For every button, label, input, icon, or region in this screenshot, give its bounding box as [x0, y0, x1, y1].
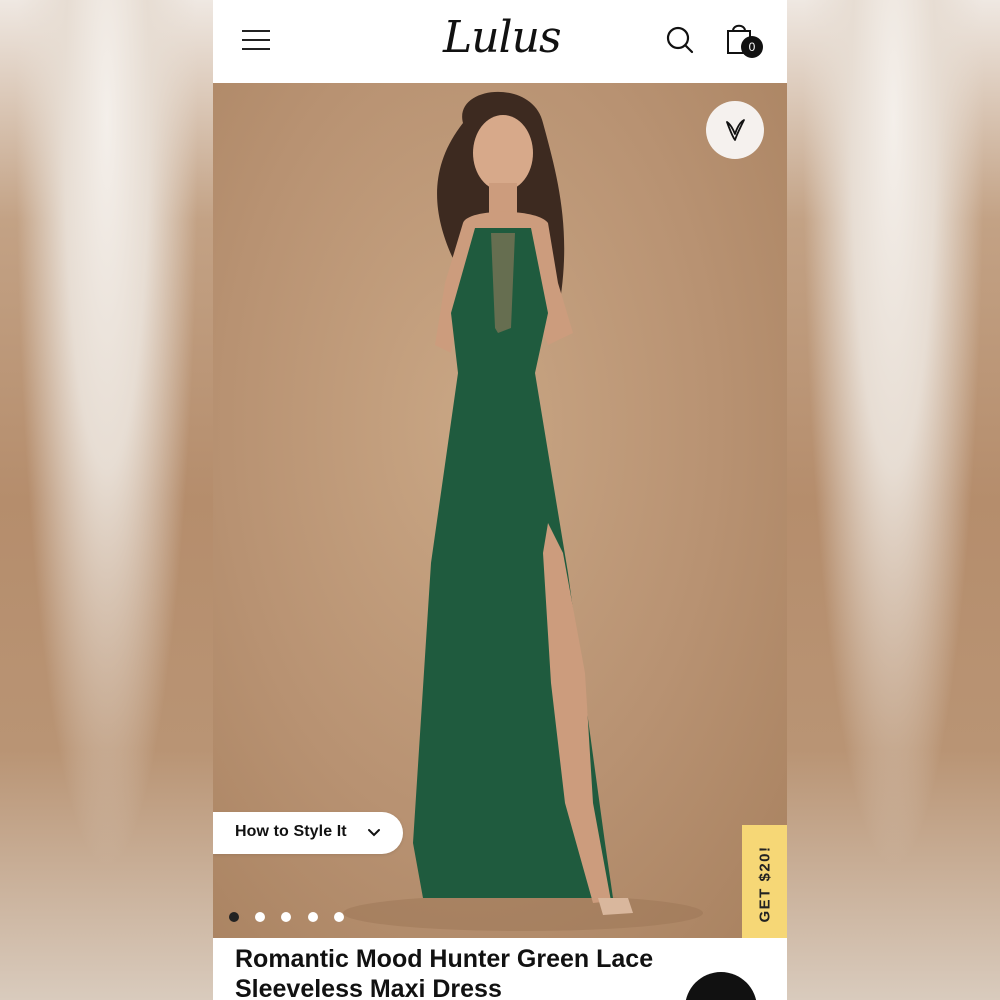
phone-screen: Lulus 0 How to Style It GET $20! Romanti… — [213, 0, 787, 1000]
carousel-dot-1[interactable] — [229, 912, 239, 922]
carousel-dot-3[interactable] — [281, 912, 291, 922]
how-to-style-it-button[interactable]: How to Style It — [213, 812, 403, 854]
blurred-background-right — [787, 0, 1000, 1000]
site-logo[interactable]: Lulus — [443, 8, 563, 68]
image-carousel-dots — [229, 912, 369, 924]
product-title: Romantic Mood Hunter Green Lace Sleevele… — [235, 945, 654, 1000]
promo-label: GET $20! — [756, 845, 773, 923]
heart-icon — [726, 119, 745, 141]
carousel-dot-5[interactable] — [334, 912, 344, 922]
carousel-dot-4[interactable] — [308, 912, 318, 922]
hamburger-menu-icon[interactable] — [242, 28, 270, 52]
site-header: Lulus 0 — [213, 0, 787, 84]
how-to-style-it-label: How to Style It — [235, 823, 347, 840]
model-illustration — [343, 91, 703, 931]
chevron-down-icon — [368, 829, 380, 837]
product-image[interactable]: How to Style It GET $20! — [213, 83, 787, 938]
get-20-promo-tab[interactable]: GET $20! — [742, 825, 787, 938]
blurred-background-left — [0, 0, 214, 1000]
carousel-dot-2[interactable] — [255, 912, 265, 922]
search-icon[interactable] — [665, 25, 695, 55]
favorite-button[interactable] — [706, 101, 764, 159]
cart-count-badge: 0 — [741, 36, 763, 58]
